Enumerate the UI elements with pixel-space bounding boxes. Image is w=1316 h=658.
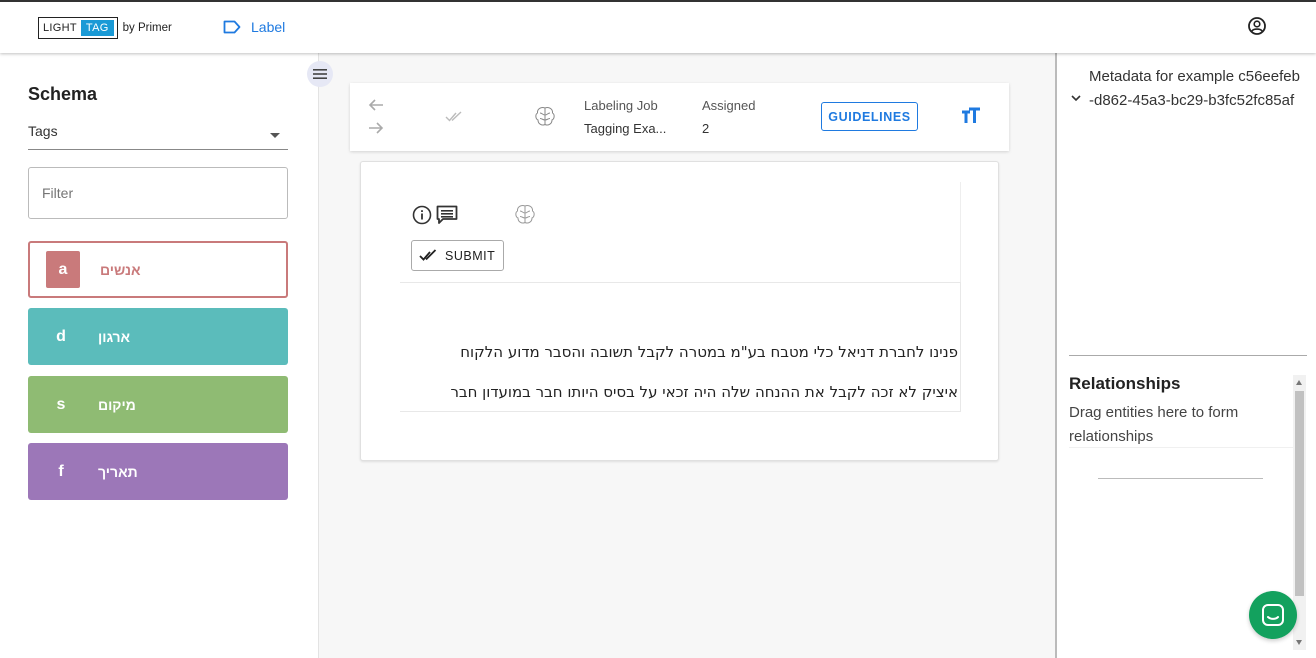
assigned-value: 2 bbox=[702, 121, 710, 136]
comment-icon[interactable] bbox=[436, 205, 458, 225]
tag-name: תאריך bbox=[98, 463, 138, 480]
tag-hotkey: s bbox=[56, 395, 66, 413]
schema-title: Schema bbox=[28, 84, 98, 104]
sidebar-toggle-button[interactable] bbox=[307, 61, 333, 87]
metadata-title: Metadata for example c56eefeb-d862-45a3-… bbox=[1089, 68, 1300, 109]
nav-label-link[interactable]: Label bbox=[223, 19, 285, 35]
logo-light-text: LIGHT bbox=[43, 22, 77, 34]
metadata-section[interactable]: Metadata for example c56eefeb-d862-45a3-… bbox=[1071, 65, 1304, 113]
tag-name: אנשים bbox=[100, 261, 141, 278]
tag-button-location[interactable]: s מיקום bbox=[28, 376, 288, 433]
divider bbox=[1069, 355, 1307, 356]
guidelines-button[interactable]: GUIDELINES bbox=[821, 102, 918, 131]
logo-box: LIGHT TAG bbox=[38, 17, 118, 39]
tag-button-date[interactable]: f תאריך bbox=[28, 443, 288, 500]
top-app-bar: LIGHT TAG by Primer Label bbox=[0, 0, 1316, 53]
done-all-icon[interactable] bbox=[445, 111, 463, 123]
chevron-down-icon[interactable] bbox=[1071, 95, 1081, 102]
chat-icon bbox=[1262, 604, 1284, 626]
tag-hotkey: d bbox=[56, 327, 66, 345]
relationships-hint: Drag entities here to form relationships bbox=[1069, 404, 1239, 445]
chat-launcher-button[interactable] bbox=[1249, 591, 1297, 639]
tag-name: מיקום bbox=[98, 396, 136, 413]
brain-icon[interactable] bbox=[513, 203, 537, 227]
schema-select-value: Tags bbox=[28, 123, 58, 139]
arrow-right-icon[interactable] bbox=[368, 121, 384, 135]
brain-icon[interactable] bbox=[533, 105, 557, 129]
label-tag-icon bbox=[223, 20, 241, 34]
scroll-thumb[interactable] bbox=[1295, 391, 1304, 596]
submit-button[interactable]: SUBMIT bbox=[411, 240, 504, 271]
example-header: SUBMIT bbox=[400, 182, 961, 282]
example-text-line[interactable]: איציק לא זכה לקבל את ההנחה שלה היה זכאי … bbox=[450, 383, 958, 401]
labeling-job-value: Tagging Exa... bbox=[584, 121, 667, 136]
tag-hotkey: a bbox=[46, 251, 80, 288]
tag-name: ארגון bbox=[98, 328, 131, 345]
scroll-down-arrow-icon[interactable] bbox=[1296, 640, 1302, 645]
text-size-icon[interactable] bbox=[961, 107, 981, 125]
schema-sidebar: Schema Tags a אנשים d ארגון s מיקום f תא… bbox=[0, 53, 319, 658]
tag-filter-input[interactable] bbox=[28, 167, 288, 219]
lighttag-logo[interactable]: LIGHT TAG by Primer bbox=[38, 17, 172, 39]
example-card: SUBMIT פנינו לחברת דניאל כלי מטבח בע"מ ב… bbox=[360, 161, 999, 461]
nav-label-text: Label bbox=[251, 19, 286, 35]
scroll-up-arrow-icon[interactable] bbox=[1296, 380, 1302, 385]
right-panel: Metadata for example c56eefeb-d862-45a3-… bbox=[1055, 53, 1316, 658]
menu-icon bbox=[313, 69, 327, 79]
submit-label: SUBMIT bbox=[445, 248, 496, 263]
account-circle-icon[interactable] bbox=[1247, 16, 1267, 36]
info-icon[interactable] bbox=[412, 205, 432, 225]
labeling-job-info: Labeling Job Tagging Exa... bbox=[584, 98, 666, 136]
labeling-toolbar: Labeling Job Tagging Exa... Assigned 2 G… bbox=[350, 83, 1009, 151]
labeling-job-label: Labeling Job bbox=[584, 98, 658, 113]
assigned-info: Assigned 2 bbox=[702, 98, 755, 136]
dropdown-caret-icon bbox=[270, 133, 280, 138]
schema-type-select[interactable]: Tags bbox=[28, 123, 288, 150]
example-text-area[interactable]: פנינו לחברת דניאל כלי מטבח בע"מ במטרה לק… bbox=[400, 282, 961, 412]
logo-tag-text: TAG bbox=[80, 20, 114, 36]
tag-button-people[interactable]: a אנשים bbox=[28, 241, 288, 298]
done-all-icon bbox=[419, 249, 437, 261]
example-text-line[interactable]: פנינו לחברת דניאל כלי מטבח בע"מ במטרה לק… bbox=[460, 343, 958, 361]
tag-hotkey: f bbox=[58, 462, 64, 480]
drop-zone-line bbox=[1098, 478, 1263, 479]
assigned-label: Assigned bbox=[702, 98, 756, 113]
tag-button-organization[interactable]: d ארגון bbox=[28, 308, 288, 365]
relationships-title: Relationships bbox=[1069, 374, 1181, 393]
logo-by-text: by Primer bbox=[122, 22, 172, 34]
arrow-left-icon[interactable] bbox=[368, 98, 384, 112]
